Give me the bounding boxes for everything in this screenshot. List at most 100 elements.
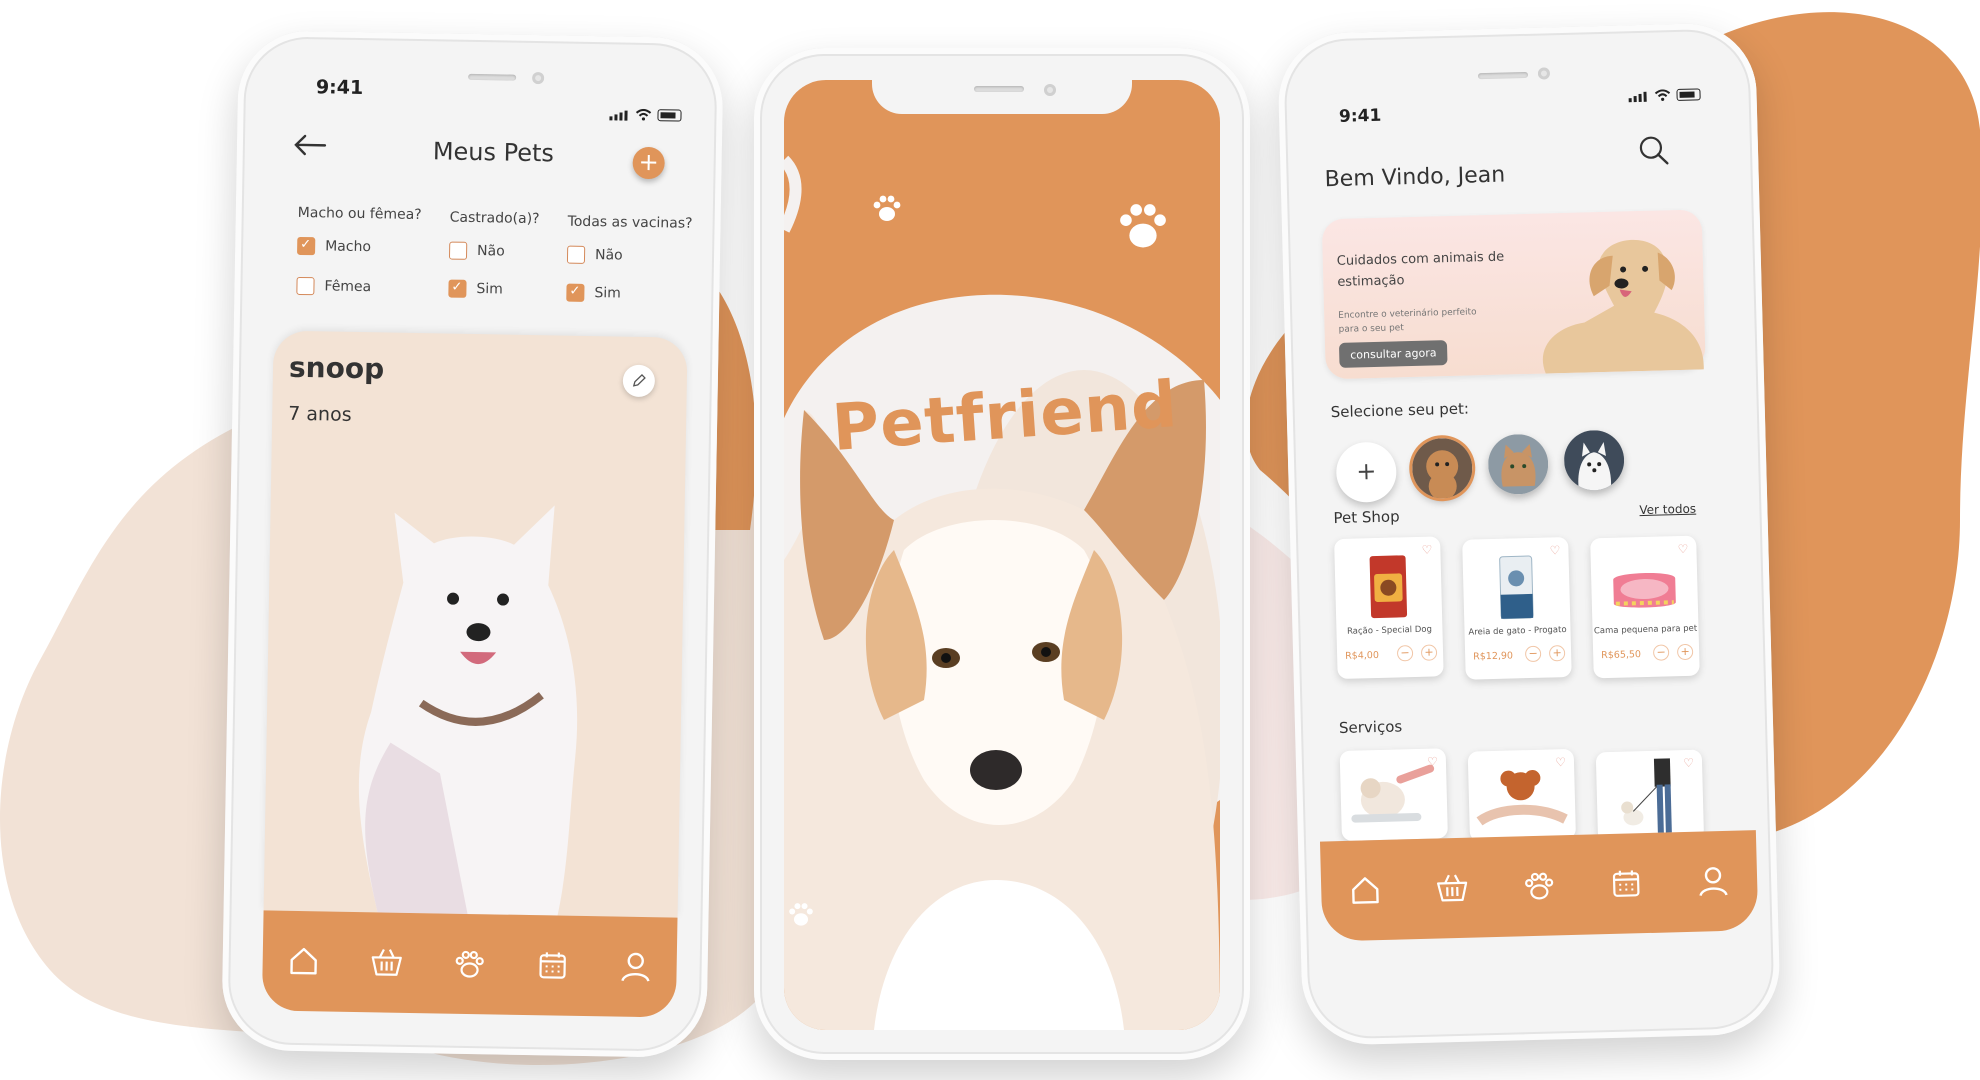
minus-button[interactable]: − (1652, 644, 1670, 661)
product-price: R$12,90 (1473, 650, 1514, 663)
battery-icon (1676, 88, 1701, 101)
tab-profile[interactable] (617, 949, 654, 986)
samoyed-dog-photo (358, 505, 578, 916)
tab-pets[interactable] (451, 946, 488, 983)
tab-calendar[interactable] (1608, 865, 1645, 902)
pencil-icon (632, 374, 646, 387)
pet-name: snoop (288, 350, 385, 386)
phone-splash: Petfriend (754, 48, 1250, 1060)
checkbox-castrado-sim[interactable]: Sim (448, 279, 503, 299)
paw-icon (789, 903, 813, 926)
service-card-bath[interactable]: ♡ (1339, 748, 1448, 842)
speaker (468, 73, 517, 81)
product-price: R$65,50 (1601, 649, 1642, 662)
signal-icon (1628, 83, 1648, 103)
plus-button[interactable]: + (1676, 643, 1694, 661)
golden-retriever-photo (1542, 239, 1704, 374)
status-icons (1628, 81, 1701, 103)
welcome-title: Bem Vindo, Jean (1324, 162, 1506, 193)
speaker (1477, 71, 1529, 80)
tab-home[interactable] (286, 943, 323, 980)
splash-background: Petfriend (784, 80, 1220, 1030)
page-title: Meus Pets (432, 137, 555, 168)
minus-button[interactable]: − (1396, 645, 1414, 662)
heart-icon[interactable]: ♡ (1421, 543, 1432, 557)
user-icon (620, 952, 650, 982)
product-name: Ração - Special Dog (1346, 624, 1433, 637)
tab-bar (1319, 830, 1759, 942)
plus-button[interactable]: + (1548, 645, 1566, 662)
services-label: Serviços (1338, 717, 1403, 738)
service-card-walk[interactable]: ♡ (1595, 749, 1705, 843)
pet-avatar-poodle[interactable] (1411, 437, 1474, 500)
basket-icon (371, 949, 403, 976)
tab-calendar[interactable] (534, 947, 571, 984)
select-pet-label: Selecione seu pet: (1330, 399, 1470, 422)
heart-icon[interactable]: ♡ (1555, 755, 1566, 769)
product-price: R$4,00 (1344, 649, 1380, 662)
back-button[interactable] (293, 127, 328, 166)
heart-icon[interactable]: ♡ (1427, 754, 1438, 768)
service-card-grooming[interactable]: ♡ (1467, 748, 1576, 842)
paw-icon (873, 195, 901, 221)
checkbox-castrado-nao[interactable]: Não (448, 241, 505, 261)
checkbox-macho[interactable]: Macho (297, 236, 371, 256)
minus-button[interactable]: − (1524, 645, 1542, 663)
tab-bar (261, 910, 678, 1018)
edit-pet-button[interactable] (622, 364, 656, 398)
add-pet-button[interactable]: + (632, 146, 665, 180)
pet-bed-icon (1613, 572, 1676, 608)
front-camera (1044, 84, 1056, 96)
phone-meus-pets: 9:41 Meus Pets + Macho ou fêmea? Macho F… (221, 29, 724, 1059)
wifi-icon (1654, 89, 1671, 101)
status-time: 9:41 (1338, 105, 1382, 127)
paw-icon (455, 950, 484, 978)
basket-icon (1436, 874, 1467, 902)
status-icons (609, 101, 682, 122)
tab-shop[interactable] (369, 944, 406, 981)
tab-shop[interactable] (1434, 870, 1471, 907)
battery-icon (657, 109, 682, 122)
see-all-link[interactable]: Ver todos (1639, 502, 1696, 517)
cat-litter-bag-icon (1499, 555, 1534, 620)
heart-icon[interactable]: ♡ (1677, 542, 1688, 556)
add-pet-avatar-button[interactable]: + (1335, 441, 1398, 504)
samoyed-avatar-photo (1563, 429, 1625, 492)
filter-label-castrado: Castrado(a)? (449, 209, 540, 228)
plus-button[interactable]: + (1420, 644, 1438, 661)
speaker (974, 86, 1024, 92)
pet-avatar-samoyed[interactable] (1563, 429, 1625, 492)
filter-label-vacinas: Todas as vacinas? (567, 213, 693, 232)
promo-banner[interactable]: Cuidados com animais de estimação Encont… (1321, 209, 1706, 380)
cat-photo (1487, 433, 1549, 496)
wifi-icon (635, 108, 652, 121)
poodle-photo (1411, 437, 1474, 500)
tab-home[interactable] (1346, 872, 1383, 909)
signal-icon (609, 101, 629, 121)
front-camera (1537, 67, 1551, 80)
petshop-label: Pet Shop (1333, 507, 1400, 528)
tab-profile[interactable] (1695, 863, 1732, 900)
home-icon (290, 947, 318, 975)
checkbox-femea[interactable]: Fêmea (296, 276, 371, 296)
checkbox-vacinas-nao[interactable]: Não (566, 245, 623, 265)
calendar-icon (539, 952, 566, 979)
arrow-left-icon (294, 134, 327, 156)
product-name: Areia de gato - Progato (1468, 625, 1567, 638)
consult-now-button[interactable]: consultar agora (1338, 340, 1448, 368)
product-card[interactable]: ♡ Areia de gato - Progato R$12,90 − + (1462, 536, 1572, 680)
pet-avatar-cat[interactable] (1487, 433, 1549, 496)
heart-icon[interactable]: ♡ (1549, 543, 1560, 557)
banner-subtitle: Encontre o veterinário perfeito para o s… (1338, 307, 1477, 335)
filter-label-sex: Macho ou fêmea? (297, 204, 422, 224)
user-icon (1699, 867, 1729, 897)
home-icon (1351, 877, 1379, 904)
product-card[interactable]: ♡ Cama pequena para pet R$65,50 − + (1590, 535, 1700, 679)
tab-pets[interactable] (1521, 867, 1558, 904)
heart-icon[interactable]: ♡ (1683, 756, 1694, 770)
search-button[interactable] (1638, 134, 1671, 171)
checkbox-vacinas-sim[interactable]: Sim (566, 283, 621, 303)
dog-food-bag-icon (1369, 555, 1408, 619)
product-card[interactable]: ♡ Ração - Special Dog R$4,00 − + (1334, 536, 1444, 680)
pet-card[interactable]: snoop 7 anos (263, 330, 688, 918)
